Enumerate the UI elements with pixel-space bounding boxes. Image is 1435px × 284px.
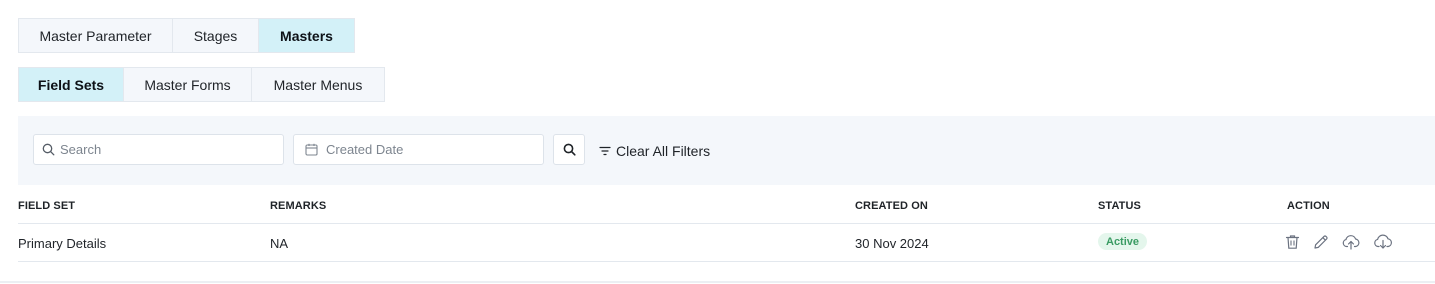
tab-stages[interactable]: Stages <box>173 19 259 52</box>
column-header-field-set: FIELD SET <box>18 200 76 212</box>
table-row: Primary Details NA 30 Nov 2024 Active <box>18 224 1435 262</box>
page: Master Parameter Stages Masters Field Se… <box>0 0 1435 284</box>
sub-tab-bar: Field Sets Master Forms Master Menus <box>18 67 385 102</box>
search-icon <box>42 143 55 156</box>
cell-remarks: NA <box>270 236 289 251</box>
tab-master-parameter[interactable]: Master Parameter <box>19 19 173 52</box>
search-icon <box>563 143 576 156</box>
search-button[interactable] <box>553 134 585 165</box>
cloud-download-icon[interactable] <box>1373 234 1393 250</box>
created-date-input[interactable] <box>326 142 526 157</box>
column-header-action: ACTION <box>1287 200 1330 212</box>
clear-all-filters-button[interactable]: Clear All Filters <box>599 143 710 159</box>
row-actions <box>1285 234 1393 250</box>
filter-bar: Clear All Filters <box>18 116 1435 185</box>
table-header: FIELD SET REMARKS CREATED ON STATUS ACTI… <box>18 186 1435 224</box>
tab-masters[interactable]: Masters <box>259 19 354 52</box>
search-field-container <box>33 134 284 165</box>
search-input[interactable] <box>60 142 260 157</box>
column-header-created-on: CREATED ON <box>855 200 928 212</box>
top-tab-bar: Master Parameter Stages Masters <box>18 18 355 53</box>
field-sets-table: FIELD SET REMARKS CREATED ON STATUS ACTI… <box>18 186 1435 262</box>
cell-field-set: Primary Details <box>18 236 107 251</box>
trash-icon[interactable] <box>1285 234 1300 250</box>
tab-master-menus[interactable]: Master Menus <box>252 68 384 101</box>
bottom-divider <box>0 281 1435 283</box>
tab-master-forms[interactable]: Master Forms <box>124 68 252 101</box>
upload-icon[interactable] <box>1342 234 1360 250</box>
status-badge: Active <box>1098 233 1148 250</box>
date-field-container <box>293 134 544 165</box>
cell-created-on: 30 Nov 2024 <box>855 236 929 251</box>
edit-pencil-icon[interactable] <box>1313 234 1329 250</box>
calendar-icon <box>305 143 318 156</box>
tab-field-sets[interactable]: Field Sets <box>19 68 124 101</box>
column-header-status: STATUS <box>1098 200 1141 212</box>
filter-icon <box>599 146 611 156</box>
clear-all-filters-label: Clear All Filters <box>616 143 711 159</box>
column-header-remarks: REMARKS <box>270 200 327 212</box>
